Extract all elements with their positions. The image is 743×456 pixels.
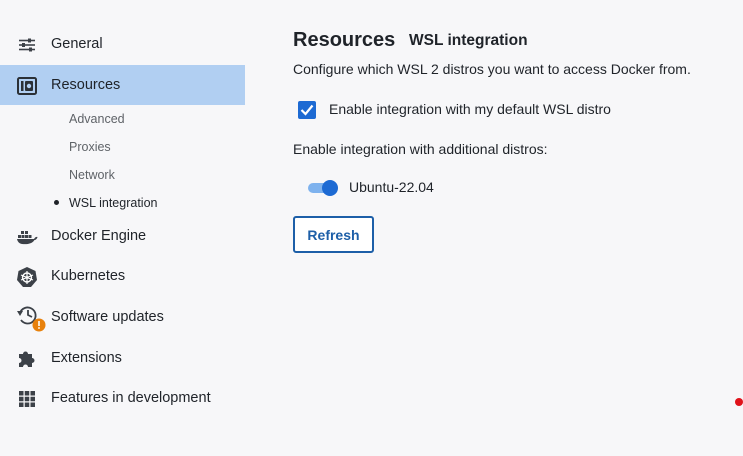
sidebar-item-general[interactable]: General: [0, 24, 245, 64]
ubuntu-distro-toggle[interactable]: [308, 180, 338, 196]
default-distro-label: Enable integration with my default WSL d…: [329, 101, 611, 117]
sidebar-item-kubernetes[interactable]: Kubernetes: [0, 256, 245, 296]
page-description: Configure which WSL 2 distros you want t…: [293, 61, 691, 77]
wsl-integration-panel: Resources WSL integration Configure whic…: [293, 0, 733, 456]
helm-icon: [16, 266, 38, 288]
sidebar-item-extensions[interactable]: Extensions: [0, 338, 245, 378]
sidebar-item-label: Extensions: [51, 350, 122, 366]
sidebar-item-software-updates[interactable]: Software updates: [0, 297, 245, 337]
sidebar-item-label: Docker Engine: [51, 228, 147, 244]
sidebar-item-label: Software updates: [51, 309, 164, 325]
default-distro-checkbox[interactable]: [298, 101, 316, 119]
settings-sidebar: General Resources Advanced Proxies Netwo…: [0, 0, 245, 456]
sidebar-item-label: Features in development: [51, 390, 211, 406]
puzzle-icon: [16, 348, 38, 370]
indicator-dot: [735, 398, 743, 406]
ubuntu-distro-name: Ubuntu-22.04: [349, 179, 434, 195]
active-bullet: [54, 200, 59, 205]
sidebar-subitem-network[interactable]: Network: [69, 167, 115, 183]
page-subtitle: WSL integration: [409, 32, 528, 49]
sidebar-item-resources[interactable]: Resources: [0, 65, 245, 105]
sidebar-subitem-wsl-integration[interactable]: WSL integration: [69, 195, 157, 211]
additional-distros-label: Enable integration with additional distr…: [293, 141, 548, 157]
sidebar-subitem-proxies[interactable]: Proxies: [69, 139, 111, 155]
refresh-button[interactable]: Refresh: [293, 216, 374, 253]
sidebar-item-label: Kubernetes: [51, 268, 126, 284]
history-icon: [15, 305, 47, 333]
whale-icon: [16, 226, 38, 248]
sliders-icon: [16, 34, 38, 56]
resources-icon: [16, 75, 38, 97]
checkmark-icon: [300, 104, 314, 116]
sidebar-subitem-advanced[interactable]: Advanced: [69, 111, 125, 127]
grid-icon: [16, 388, 38, 410]
sidebar-item-features-in-development[interactable]: Features in development: [0, 378, 245, 418]
toggle-knob: [322, 180, 338, 196]
sidebar-item-label: General: [51, 36, 103, 52]
page-title: Resources: [293, 29, 396, 51]
sidebar-item-docker-engine[interactable]: Docker Engine: [0, 216, 245, 256]
sidebar-item-label: Resources: [51, 77, 121, 93]
